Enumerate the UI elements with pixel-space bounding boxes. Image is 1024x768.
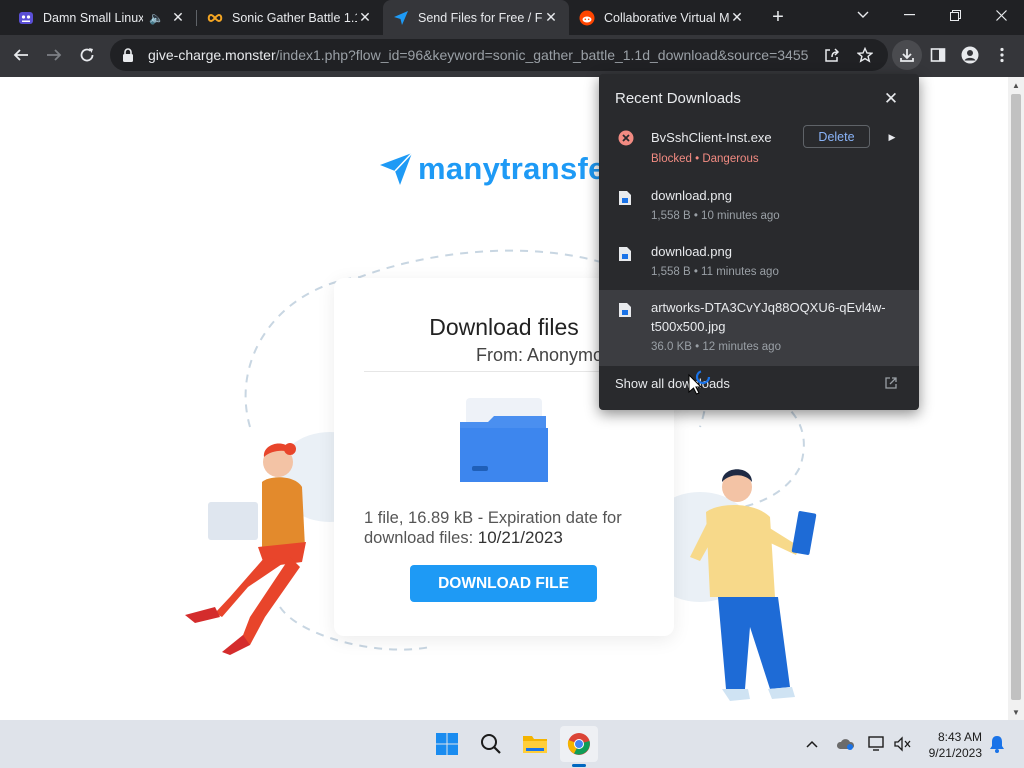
reddit-icon [579,10,595,26]
download-item[interactable]: download.png 1,558 B • 10 minutes ago [599,178,919,234]
network-icon[interactable] [865,732,889,756]
clock[interactable]: 8:43 AM 9/21/2023 [922,729,982,761]
scroll-down-arrow[interactable]: ▼ [1008,704,1024,720]
forward-button[interactable] [39,40,69,70]
back-button[interactable] [6,40,36,70]
download-item[interactable]: artworks-DTA3CvYJq88OQXU6-qEvl4w-t500x50… [599,290,919,366]
chevron-right-icon[interactable]: ▶ [886,130,898,144]
delete-button[interactable]: Delete [803,125,870,148]
folder-icon [458,396,550,493]
active-app-indicator [572,764,586,767]
download-icon [900,49,914,62]
danger-status: Blocked • Dangerous [651,153,759,165]
close-icon[interactable]: ✕ [543,9,559,26]
tab-collaborative[interactable]: Collaborative Virtual M ✕ [569,0,755,35]
close-icon[interactable]: ✕ [357,9,373,26]
search-icon[interactable] [472,726,510,762]
speaker-icon[interactable]: 🔈 [149,11,164,25]
scroll-up-arrow[interactable]: ▲ [1008,77,1024,93]
menu-icon[interactable] [987,40,1017,70]
start-button[interactable] [428,726,466,762]
close-icon[interactable]: ✕ [729,9,745,26]
clock-time: 8:43 AM [937,730,982,744]
show-all-downloads-row[interactable]: Show all downloads [599,366,919,401]
restore-button[interactable] [932,0,978,30]
browser-toolbar: give-charge.monster/index1.php?flow_id=9… [0,35,1024,77]
file-meta: 36.0 KB • 12 minutes ago [651,341,781,353]
file-info: 1 file, 16.89 kB - Expiration date for d… [364,508,654,548]
dsl-icon [18,10,34,26]
logo-text: manytransfe [418,151,606,186]
show-all-downloads-link[interactable]: Show all downloads [615,376,730,391]
file-icon [618,302,634,318]
windows-logo-icon [436,733,458,755]
minimize-button[interactable] [886,0,932,30]
busy-cursor-icon [688,369,711,395]
tab-search-icon[interactable] [840,0,886,30]
windows-taskbar: 8:43 AM 9/21/2023 [0,720,1024,768]
reload-button[interactable] [72,40,102,70]
tab-title: Send Files for Free / Fa [418,10,543,25]
file-icon [618,190,634,206]
expiry-date: 10/21/2023 [477,528,563,547]
onedrive-icon[interactable] [833,732,857,756]
file-name: artworks-DTA3CvYJq88OQXU6-qEvl4w-t500x50… [651,300,886,334]
side-panel-button[interactable] [923,40,953,70]
chrome-icon[interactable] [560,726,598,762]
close-window-button[interactable] [978,0,1024,30]
open-external-icon[interactable] [884,376,898,390]
tab-damn-small-linux[interactable]: Damn Small Linux 🔈 ✕ [8,0,196,35]
downloads-bubble: Recent Downloads ✕ BvSshClient-Inst.exe … [599,74,919,410]
file-meta: 1,558 B • 10 minutes ago [651,210,780,222]
close-icon[interactable]: ✕ [170,9,186,26]
volume-muted-icon[interactable] [890,732,914,756]
tab-title: Sonic Gather Battle 1.1 [232,10,357,25]
download-item[interactable]: BvSshClient-Inst.exe Blocked • Dangerous… [599,120,919,176]
paper-plane-icon [393,10,409,26]
notification-bell-icon[interactable] [985,732,1009,756]
share-icon[interactable] [819,42,845,68]
paper-plane-icon [380,152,413,185]
address-bar[interactable]: give-charge.monster/index1.php?flow_id=9… [110,39,888,71]
infinity-icon [207,10,223,26]
download-item[interactable]: download.png 1,558 B • 11 minutes ago [599,234,919,290]
tab-strip: Damn Small Linux 🔈 ✕ Sonic Gather Battle… [0,0,1024,35]
file-meta: 1,558 B • 11 minutes ago [651,266,779,278]
downloads-title: Recent Downloads [615,90,741,107]
file-explorer-icon[interactable] [516,726,554,762]
screen: Damn Small Linux 🔈 ✕ Sonic Gather Battle… [0,0,1024,768]
page-scrollbar[interactable]: ▲ ▼ [1008,77,1024,720]
tab-title: Collaborative Virtual M [604,10,729,25]
close-icon[interactable]: ✕ [880,88,902,110]
url-host: give-charge.monster [148,47,276,63]
profile-avatar[interactable] [955,40,985,70]
scroll-thumb[interactable] [1011,94,1021,700]
download-file-button[interactable]: DOWNLOAD FILE [410,565,597,602]
new-tab-button[interactable]: + [766,5,790,29]
chevron-up-icon[interactable] [800,732,824,756]
url-text[interactable]: give-charge.monster/index1.php?flow_id=9… [148,47,808,63]
downloads-button[interactable] [892,40,922,70]
lock-icon[interactable] [122,48,140,62]
error-icon [618,130,634,146]
clock-date: 9/21/2023 [928,746,982,760]
file-name: download.png [651,188,732,203]
tab-title: Damn Small Linux [43,10,144,25]
site-logo[interactable]: manytransfe [378,151,606,187]
file-icon [618,246,634,262]
tab-sonic-gather[interactable]: Sonic Gather Battle 1.1 ✕ [197,0,383,35]
file-name: download.png [651,244,732,259]
url-path: /index1.php?flow_id=96&keyword=sonic_gat… [275,47,808,63]
bookmark-star-icon[interactable] [852,42,878,68]
tab-send-files[interactable]: Send Files for Free / Fa ✕ [383,0,569,35]
